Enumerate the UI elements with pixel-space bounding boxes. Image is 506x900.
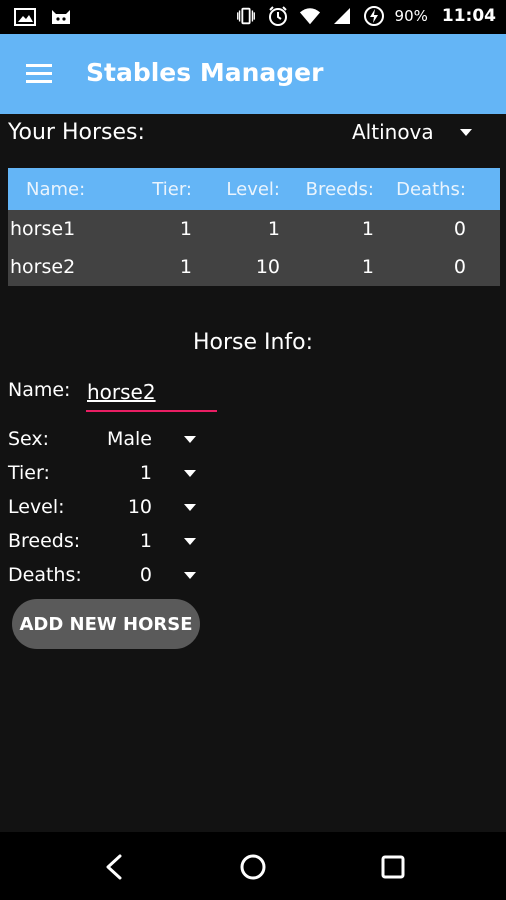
chevron-down-icon (184, 436, 196, 443)
horse-name-cell: horse1 (10, 218, 76, 240)
deaths-dropdown[interactable]: 0 (86, 564, 196, 594)
recents-icon[interactable] (376, 850, 410, 884)
level-dropdown[interactable]: 10 (86, 496, 196, 526)
navigation-bar (0, 832, 506, 900)
tier-dropdown[interactable]: 1 (86, 462, 196, 492)
battery-percent: 90% (394, 7, 428, 25)
chevron-down-icon (184, 572, 196, 579)
battery-saver-icon (363, 6, 385, 26)
signal-icon (331, 6, 353, 26)
column-header: Name: (26, 178, 86, 200)
deaths-label: Deaths: (8, 564, 82, 586)
horses-table: Name: Tier: Level: Breeds: Deaths: horse… (8, 168, 500, 286)
back-icon[interactable] (98, 850, 132, 884)
breeds-label: Breeds: (8, 530, 81, 552)
realm-dropdown[interactable]: Altinova (352, 120, 482, 150)
vibrate-icon (235, 6, 257, 26)
tier-cell: 1 (179, 256, 192, 278)
sex-label: Sex: (8, 428, 50, 450)
image-icon (14, 7, 36, 27)
app-title: Stables Manager (86, 58, 324, 87)
sex-dropdown[interactable]: Male (86, 428, 196, 458)
tier-cell: 1 (179, 218, 192, 240)
breeds-cell: 1 (361, 256, 374, 278)
table-header: Name: Tier: Level: Breeds: Deaths: (8, 168, 500, 210)
breeds-dropdown[interactable]: 1 (86, 530, 196, 560)
hamburger-menu-icon[interactable] (24, 62, 54, 86)
level-value: 10 (127, 496, 152, 518)
clock: 11:04 (441, 6, 496, 26)
breeds-value: 1 (139, 530, 152, 552)
chevron-down-icon (460, 129, 472, 136)
chevron-down-icon (184, 504, 196, 511)
level-cell: 10 (255, 256, 280, 278)
deaths-cell: 0 (453, 256, 466, 278)
horse-name-field[interactable] (86, 374, 217, 412)
table-row[interactable]: horse1 1 1 1 0 (8, 210, 500, 248)
cat-icon (50, 7, 72, 27)
chevron-down-icon (184, 538, 196, 545)
column-header: Deaths: (396, 178, 466, 200)
level-label: Level: (8, 496, 65, 518)
breeds-cell: 1 (361, 218, 374, 240)
horse-info-title: Horse Info: (192, 330, 314, 355)
column-header: Breeds: (305, 178, 374, 200)
status-bar: 90% 11:04 (0, 0, 506, 34)
deaths-cell: 0 (453, 218, 466, 240)
horse-name-cell: horse2 (10, 256, 76, 278)
your-horses-label: Your Horses: (8, 120, 145, 145)
alarm-icon (267, 6, 289, 26)
wifi-icon (299, 6, 321, 26)
app-bar: Stables Manager (0, 34, 506, 114)
chevron-down-icon (184, 470, 196, 477)
add-new-horse-button[interactable]: ADD NEW HORSE (12, 599, 200, 649)
sex-value: Male (106, 428, 152, 450)
home-icon[interactable] (236, 850, 270, 884)
column-header: Level: (226, 178, 280, 200)
table-row[interactable]: horse2 1 10 1 0 (8, 248, 500, 286)
realm-dropdown-value: Altinova (352, 120, 434, 144)
name-label: Name: (8, 379, 71, 401)
tier-label: Tier: (8, 462, 50, 484)
column-header: Tier: (152, 178, 192, 200)
level-cell: 1 (267, 218, 280, 240)
tier-value: 1 (139, 462, 152, 484)
deaths-value: 0 (139, 564, 152, 586)
